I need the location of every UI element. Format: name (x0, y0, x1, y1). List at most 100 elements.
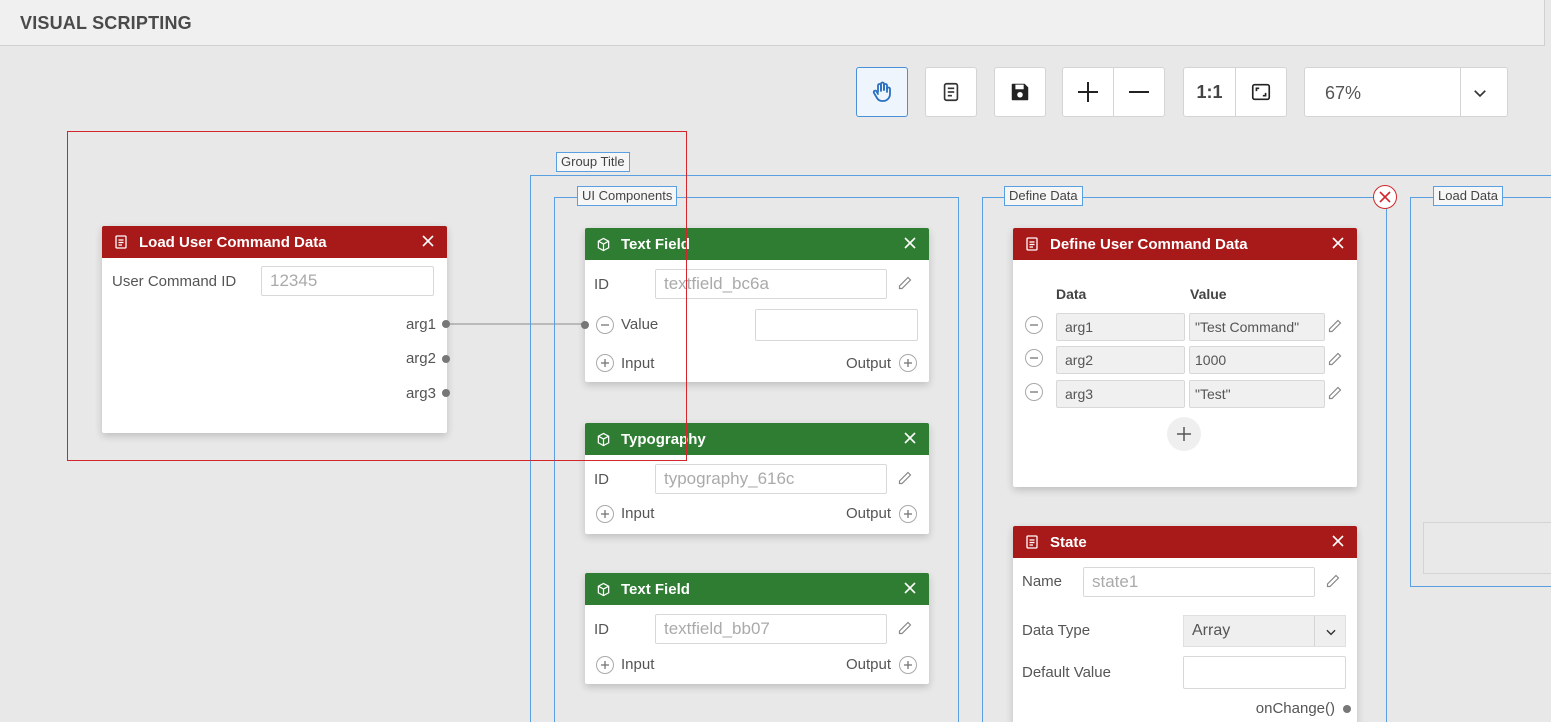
zoom-in-button[interactable] (1063, 68, 1113, 116)
close-icon[interactable] (1331, 534, 1345, 548)
data-key-input[interactable]: arg3 (1056, 380, 1185, 408)
close-icon[interactable] (903, 581, 917, 595)
document-icon (1024, 236, 1040, 252)
node-title: State (1050, 533, 1087, 551)
value-column-header: Value (1190, 286, 1227, 302)
add-output-button[interactable] (899, 354, 917, 372)
node-header: Load User Command Data (102, 226, 447, 258)
plus-icon (904, 359, 912, 367)
remove-row-button[interactable] (1025, 349, 1043, 367)
zoom-value: 67% (1325, 83, 1362, 103)
output-label: Output (845, 505, 891, 522)
floppy-icon (1011, 83, 1029, 101)
id-input[interactable]: textfield_bc6a (655, 269, 887, 299)
data-value-input[interactable]: "Test Command" (1189, 313, 1325, 341)
id-label: ID (594, 276, 609, 293)
zoom-out-button[interactable] (1114, 68, 1164, 116)
id-label: ID (594, 621, 609, 638)
data-type-select[interactable]: Array (1183, 615, 1346, 647)
state-name-input[interactable]: state1 (1083, 567, 1315, 597)
node-header: Typography (585, 423, 929, 455)
minus-icon (601, 324, 609, 326)
add-output-button[interactable] (899, 505, 917, 523)
pencil-icon[interactable] (1327, 351, 1343, 367)
output-port-arg1[interactable] (442, 320, 450, 328)
text-field-node[interactable]: Text Field ID textfield_bc6a Value Input… (581, 228, 929, 382)
input-label: Input (621, 656, 655, 673)
data-key-input[interactable]: arg2 (1056, 346, 1185, 374)
data-column-header: Data (1056, 286, 1087, 302)
pencil-icon[interactable] (897, 275, 913, 291)
close-icon[interactable] (903, 431, 917, 445)
actual-size-button[interactable]: 1:1 (1184, 68, 1235, 116)
close-icon[interactable] (421, 234, 435, 248)
group-remove-button[interactable] (1373, 185, 1397, 209)
remove-port-button[interactable] (596, 316, 614, 334)
plus-icon (904, 510, 912, 518)
define-user-command-node[interactable]: Define User Command Data Data Value arg1… (1013, 228, 1357, 487)
output-port-arg2[interactable] (442, 355, 450, 363)
add-output-button[interactable] (899, 656, 917, 674)
output-port-label: arg2 (405, 350, 436, 367)
pencil-icon[interactable] (897, 620, 913, 636)
pan-tool-button[interactable] (856, 67, 908, 117)
add-input-button[interactable] (596, 505, 614, 523)
group-label-define-data[interactable]: Define Data (1004, 186, 1083, 206)
id-label: ID (594, 471, 609, 488)
name-label: Name (1022, 573, 1063, 590)
minus-icon (1030, 357, 1038, 359)
pencil-icon[interactable] (897, 470, 913, 486)
node-title: Typography (621, 430, 706, 448)
document-icon (943, 82, 959, 102)
typography-node[interactable]: Typography ID typography_616c Input Outp… (585, 423, 929, 534)
input-label: Input (621, 355, 655, 372)
add-input-button[interactable] (596, 354, 614, 372)
value-input[interactable] (755, 309, 918, 341)
user-command-id-input[interactable]: 12345 (261, 266, 434, 296)
data-value-input[interactable]: 1000 (1189, 346, 1325, 374)
plus-icon (1177, 427, 1191, 441)
user-command-id-label: User Command ID (112, 273, 237, 290)
minus-icon (1030, 324, 1038, 326)
save-button[interactable] (994, 67, 1046, 117)
fit-screen-button[interactable] (1236, 68, 1286, 116)
group-label-load-data[interactable]: Load Data (1433, 186, 1503, 206)
document-icon (113, 234, 129, 250)
add-input-button[interactable] (596, 656, 614, 674)
output-port-on-change[interactable] (1343, 705, 1351, 713)
default-value-input[interactable] (1183, 656, 1346, 689)
output-port-arg3[interactable] (442, 389, 450, 397)
state-node[interactable]: State Name state1 Data Type Array Defaul… (1013, 526, 1357, 722)
data-type-value: Array (1192, 622, 1231, 639)
output-label: Output (845, 656, 891, 673)
group-title-label[interactable]: Group Title (556, 152, 630, 172)
data-type-label: Data Type (1022, 622, 1091, 639)
zoom-select[interactable]: 67% (1304, 67, 1508, 117)
document-icon (1024, 534, 1040, 550)
actual-size-label: 1:1 (1196, 81, 1223, 102)
id-input[interactable]: textfield_bb07 (655, 614, 887, 644)
close-icon[interactable] (903, 236, 917, 250)
on-change-label: onChange() (1255, 700, 1335, 717)
minus-icon (1030, 391, 1038, 393)
text-field-node[interactable]: Text Field ID textfield_bb07 Input Outpu… (585, 573, 929, 684)
load-user-command-node[interactable]: Load User Command Data User Command ID 1… (102, 226, 450, 433)
zoom-select-divider (1460, 68, 1461, 116)
data-value-input[interactable]: "Test" (1189, 380, 1325, 408)
data-key-input[interactable]: arg1 (1056, 313, 1185, 341)
default-value-label: Default Value (1022, 664, 1111, 681)
remove-row-button[interactable] (1025, 316, 1043, 334)
remove-row-button[interactable] (1025, 383, 1043, 401)
pencil-icon[interactable] (1325, 573, 1341, 589)
plus-icon (601, 661, 609, 669)
add-row-button[interactable] (1167, 417, 1201, 451)
node-title: Load User Command Data (139, 233, 327, 251)
pencil-icon[interactable] (1327, 385, 1343, 401)
id-input[interactable]: typography_616c (655, 464, 887, 494)
input-port-value[interactable] (581, 321, 589, 329)
document-button[interactable] (925, 67, 977, 117)
close-icon[interactable] (1331, 236, 1345, 250)
plus-icon (601, 359, 609, 367)
pencil-icon[interactable] (1327, 318, 1343, 334)
group-label-ui-components[interactable]: UI Components (577, 186, 678, 206)
